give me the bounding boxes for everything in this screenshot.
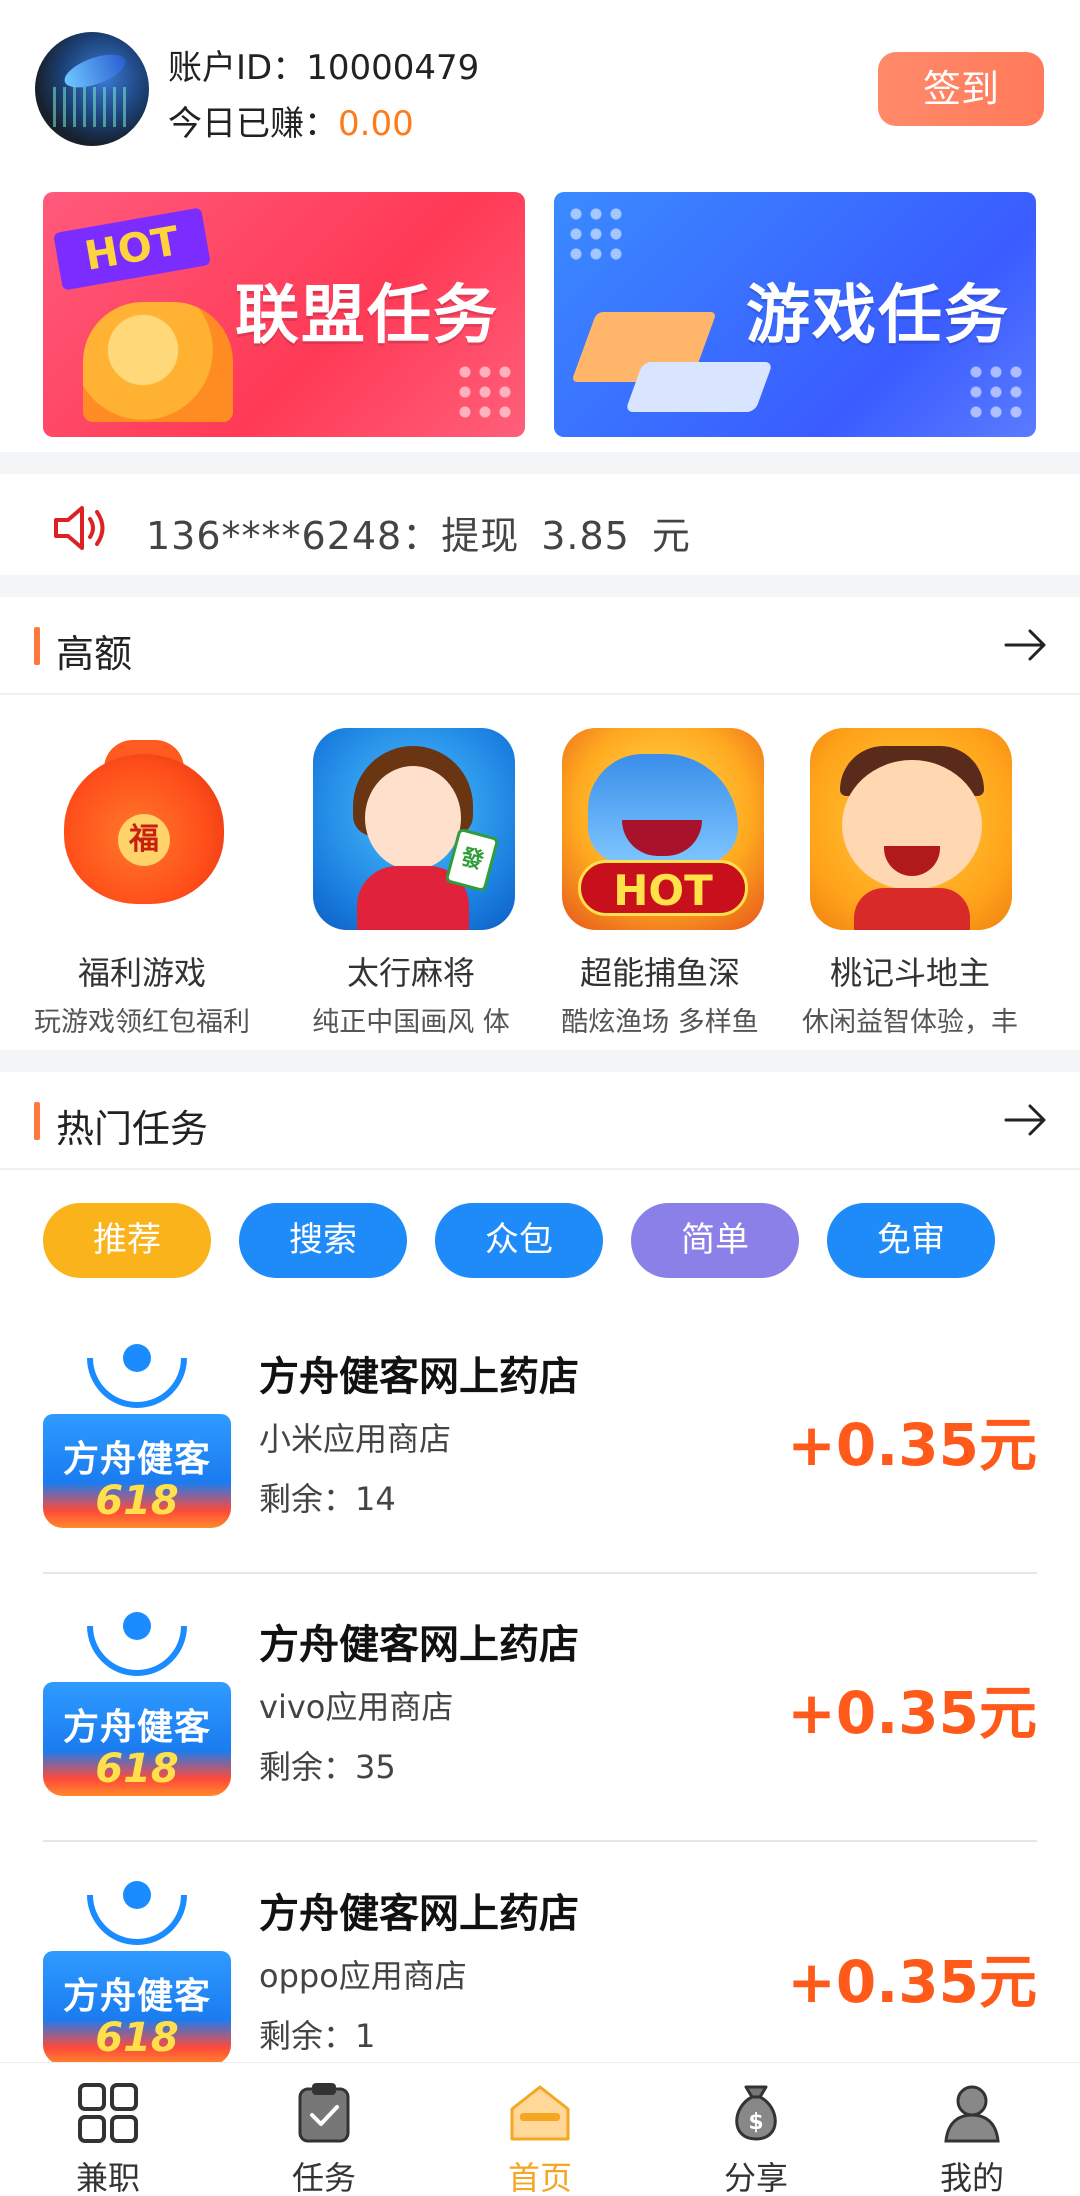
section-title: 热门任务 — [56, 1107, 209, 1151]
fishing-game-icon: HOT — [562, 728, 764, 930]
task-remaining: 剩余：35 — [259, 1748, 396, 1786]
notice-phone: 136****6248：提现 — [146, 514, 520, 558]
app-icon-number: 618 — [95, 1746, 179, 1792]
high-section-header[interactable]: 高额 — [0, 597, 1080, 695]
today-earned: 今日已赚：0.00 — [168, 96, 414, 145]
app-icon: 方舟健客 618 — [43, 1881, 231, 2065]
task-item[interactable]: 方舟健客 618 方舟健客网上药店 vivo应用商店 剩余：35 +0.35元 — [0, 1574, 1080, 1842]
section-gap — [0, 575, 1080, 597]
bottom-nav: 兼职 任务 首页 $ 分享 我的 — [0, 2062, 1080, 2196]
game-name: 太行麻将 — [346, 954, 475, 992]
task-reward: +0.35元 — [787, 1948, 1037, 2016]
hot-tag: HOT — [53, 207, 211, 291]
notice-unit: 元 — [651, 514, 691, 558]
nav-mine[interactable]: 我的 — [864, 2063, 1080, 2196]
earned-value: 0.00 — [338, 104, 414, 144]
task-title: 方舟健客网上药店 — [259, 1891, 579, 1937]
game-card[interactable]: 桃记斗地主 休闲益智体验，丰 — [790, 728, 1030, 1038]
arrow-right-icon[interactable] — [1004, 1102, 1048, 1138]
fu-character: 福 — [118, 814, 170, 866]
game-card[interactable]: 發 太行麻将 纯正中国画风 体 — [291, 728, 531, 1038]
divider — [43, 1840, 1037, 1842]
tab-no-review[interactable]: 免审 — [827, 1203, 995, 1278]
section-gap — [0, 452, 1080, 474]
nav-tasks[interactable]: 任务 — [216, 2063, 432, 2196]
nav-label: 首页 — [507, 2159, 572, 2196]
game-card[interactable]: 福 福利游戏 玩游戏领红包福利 — [22, 728, 262, 1038]
game-card[interactable]: HOT 超能捕鱼深 酷炫渔场 多样鱼 — [540, 728, 780, 1038]
game-name: 超能捕鱼深 — [579, 954, 740, 992]
task-remaining: 剩余：1 — [259, 2017, 376, 2055]
task-title: 方舟健客网上药店 — [259, 1354, 579, 1400]
coin-illustration — [83, 302, 233, 422]
game-name: 桃记斗地主 — [829, 954, 990, 992]
app-icon-number: 618 — [95, 2015, 179, 2061]
grid-icon — [78, 2083, 138, 2143]
withdraw-notice: 136****6248：提现 3.85 元 — [0, 475, 1080, 575]
avatar[interactable] — [35, 32, 149, 146]
mahjong-game-icon: 發 — [313, 728, 515, 930]
section-bar — [34, 1102, 40, 1140]
hot-label: HOT — [578, 860, 748, 916]
task-item[interactable]: 方舟健客 618 方舟健客网上药店 小米应用商店 剩余：14 +0.35元 — [0, 1306, 1080, 1574]
task-remaining: 剩余：14 — [259, 1480, 396, 1518]
lucky-bag-icon: 福 — [42, 728, 244, 930]
section-gap — [0, 1050, 1080, 1072]
nav-home[interactable]: 首页 — [432, 2063, 648, 2196]
game-desc: 纯正中国画风 体 — [312, 1007, 510, 1038]
dots-decoration — [455, 362, 515, 422]
section-bar — [34, 627, 40, 665]
dots-decoration — [966, 362, 1026, 422]
app-icon-brand: 方舟健客 — [62, 1707, 211, 1748]
doudizhu-game-icon — [810, 728, 1012, 930]
game-name: 福利游戏 — [77, 954, 206, 992]
nav-label: 我的 — [939, 2159, 1004, 2196]
tab-crowdsource[interactable]: 众包 — [435, 1203, 603, 1278]
app-icon: 方舟健客 618 — [43, 1344, 231, 1528]
task-reward: +0.35元 — [787, 1411, 1037, 1479]
money-bag-icon: $ — [735, 2085, 777, 2141]
account-id: 账户ID：10000479 — [168, 48, 480, 88]
arrow-right-icon[interactable] — [1004, 627, 1048, 663]
alliance-task-banner[interactable]: HOT 联盟任务 — [43, 192, 525, 437]
app-icon: 方舟健客 618 — [43, 1612, 231, 1796]
game-desc: 玩游戏领红包福利 — [34, 1007, 250, 1038]
notice-amount: 3.85 — [541, 514, 630, 558]
nav-label: 分享 — [723, 2159, 788, 2196]
dots-decoration — [566, 204, 626, 264]
app-icon-number: 618 — [95, 1478, 179, 1524]
task-store: 小米应用商店 — [259, 1420, 452, 1458]
banner-title: 游戏任务 — [746, 279, 1010, 353]
nav-parttime[interactable]: 兼职 — [0, 2063, 216, 2196]
tab-recommend[interactable]: 推荐 — [43, 1203, 211, 1288]
desk-illustration — [571, 282, 774, 422]
account-header: 账户ID：10000479 今日已赚：0.00 签到 — [0, 0, 1080, 180]
game-desc: 休闲益智体验，丰 — [802, 1007, 1018, 1038]
signin-button[interactable]: 签到 — [878, 52, 1044, 126]
tab-simple[interactable]: 简单 — [631, 1203, 799, 1278]
task-title: 方舟健客网上药店 — [259, 1622, 579, 1668]
task-store: vivo应用商店 — [259, 1688, 454, 1726]
tab-search[interactable]: 搜索 — [239, 1203, 407, 1278]
avatar-beam — [53, 87, 133, 127]
task-reward: +0.35元 — [787, 1679, 1037, 1747]
section-title: 高额 — [56, 632, 133, 676]
app-icon-brand: 方舟健客 — [62, 1976, 211, 2017]
svg-text:$: $ — [748, 2110, 763, 2135]
clipboard-check-icon — [298, 2083, 350, 2143]
hot-section-header[interactable]: 热门任务 — [0, 1072, 1080, 1170]
game-desc: 酷炫渔场 多样鱼 — [561, 1007, 759, 1038]
game-task-banner[interactable]: 游戏任务 — [554, 192, 1036, 437]
speaker-icon — [54, 506, 105, 550]
task-store: oppo应用商店 — [259, 1957, 467, 1995]
nav-share[interactable]: $ 分享 — [648, 2063, 864, 2196]
nav-label: 兼职 — [75, 2159, 140, 2196]
app-icon-brand: 方舟健客 — [62, 1439, 211, 1480]
nav-label: 任务 — [291, 2159, 356, 2196]
home-box-icon — [510, 2085, 570, 2141]
earned-label: 今日已赚： — [168, 104, 338, 144]
banner-title: 联盟任务 — [235, 279, 499, 353]
user-icon — [944, 2085, 1000, 2143]
notice-text: 136****6248：提现 3.85 元 — [146, 505, 713, 560]
